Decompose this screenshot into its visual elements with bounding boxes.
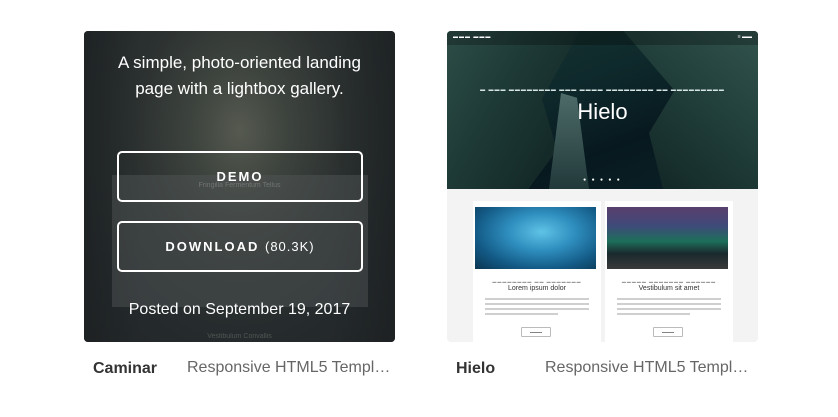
- template-name[interactable]: Caminar: [93, 360, 157, 378]
- template-card-caminar[interactable]: Fringilla Fermentum Tellus Vestibulum Co…: [84, 31, 395, 394]
- card-meta: Hielo Responsive HTML5 Template: [447, 342, 758, 394]
- template-name[interactable]: Hielo: [456, 360, 495, 378]
- hielo-hero-image: ▬▬▬ ▬▬▬ ≡ ▬▬ ▬ ▬▬▬ ▬▬▬▬▬▬▬▬ ▬▬▬ ▬▬▬▬ ▬▬▬…: [447, 31, 758, 189]
- demo-button-label: DEMO: [216, 169, 264, 184]
- download-size: (80.3K): [264, 239, 315, 254]
- template-card-hielo[interactable]: ▬▬▬ ▬▬▬ ≡ ▬▬ ▬ ▬▬▬ ▬▬▬▬▬▬▬▬ ▬▬▬ ▬▬▬▬ ▬▬▬…: [447, 31, 758, 394]
- hielo-preview-title: Hielo: [577, 99, 628, 124]
- menu-icon: ≡ ▬▬: [737, 34, 752, 40]
- template-type: Responsive HTML5 Template: [545, 359, 750, 376]
- hielo-preview-nav: ▬▬▬ ▬▬▬ ≡ ▬▬: [447, 31, 758, 45]
- hielo-thumbnail[interactable]: ▬▬▬ ▬▬▬ ≡ ▬▬ ▬ ▬▬▬ ▬▬▬▬▬▬▬▬ ▬▬▬ ▬▬▬▬ ▬▬▬…: [447, 31, 758, 342]
- hielo-preview-panel: ▬▬▬▬▬ ▬▬▬▬▬▬▬ ▬▬▬▬▬▬ Vestibulum sit amet…: [605, 201, 733, 342]
- hielo-preview-panel: ▬▬▬▬▬▬▬▬ ▬▬ ▬▬▬▬▬▬▬ Lorem ipsum dolor ▬▬…: [473, 201, 601, 342]
- template-description: A simple, photo-oriented landing page wi…: [118, 53, 361, 98]
- download-button-label: DOWNLOAD: [165, 239, 260, 254]
- caminar-thumbnail[interactable]: Fringilla Fermentum Tellus Vestibulum Co…: [84, 31, 395, 342]
- download-button[interactable]: DOWNLOAD (80.3K): [117, 221, 363, 272]
- posted-date: Posted on September 19, 2017: [128, 301, 351, 318]
- demo-button[interactable]: DEMO: [117, 151, 363, 202]
- card-meta: Caminar Responsive HTML5 Template: [84, 342, 395, 394]
- slider-dots: ● ● ● ● ●: [583, 177, 622, 183]
- template-type: Responsive HTML5 Template: [187, 359, 392, 376]
